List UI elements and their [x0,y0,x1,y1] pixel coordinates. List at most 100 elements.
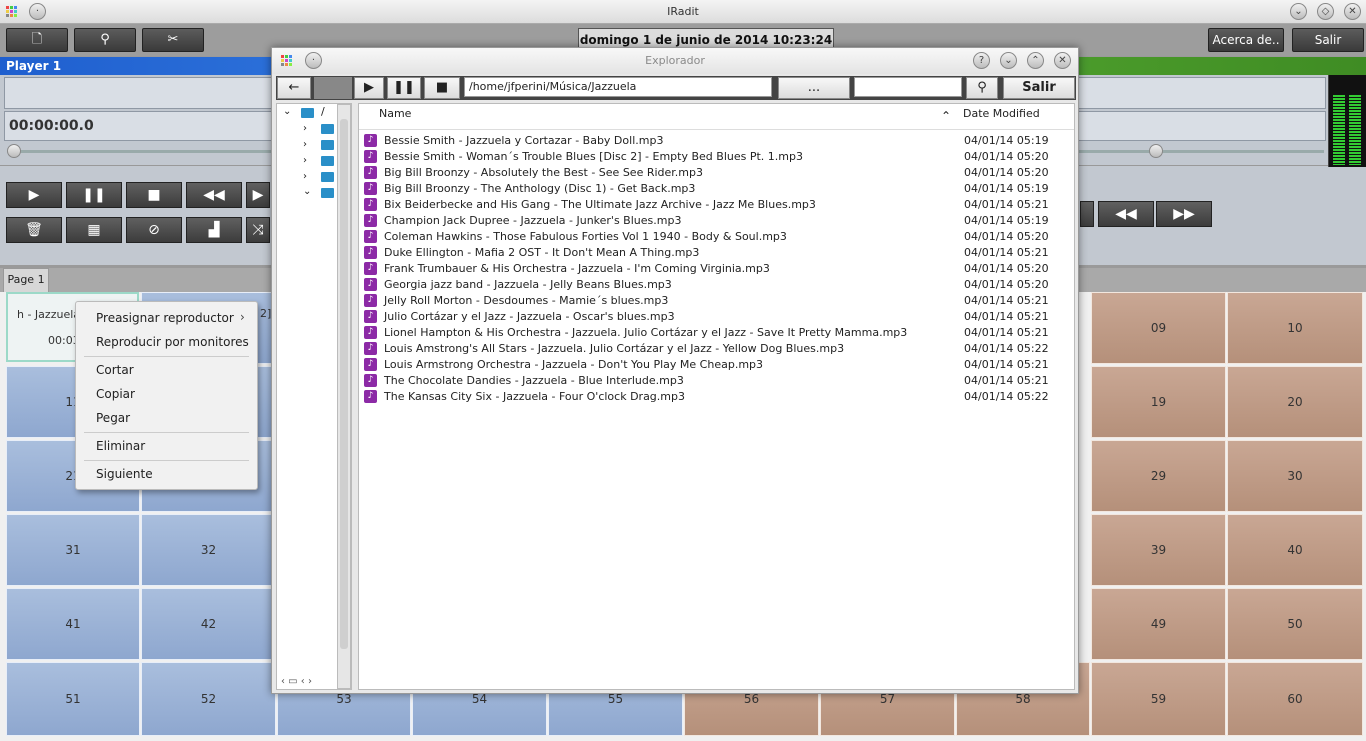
explorer-exit-button[interactable]: Salir [1003,77,1075,99]
window-menu-icon[interactable]: · [305,52,322,69]
close-icon[interactable]: ✕ [1054,52,1071,69]
fast-forward-icon: ▶▶ [1173,206,1195,222]
file-row[interactable]: ♪ Bix Beiderbecke and His Gang - The Ulti… [362,197,1072,213]
tree-root-label[interactable]: / [321,105,325,118]
tab-page-1[interactable]: Page 1 [3,268,49,292]
cart-slot[interactable]: 59 [1091,662,1226,736]
chevron-right-icon[interactable]: › [303,171,307,182]
cancel-button[interactable]: ⊘ [126,217,182,243]
menu-item-next[interactable]: Siguiente [96,467,153,481]
cart-slot[interactable]: 31 [6,514,140,586]
exit-button[interactable]: Salir [1292,28,1364,52]
menu-item-delete[interactable]: Eliminar [96,439,145,453]
file-row[interactable]: ♪ Champion Jack Dupree - Jazzuela - Junke… [362,213,1072,229]
rewind-button-2[interactable]: ◀◀ [1098,201,1154,227]
file-row[interactable]: ♪ Louis Amstrong's All Stars - Jazzuela. … [362,341,1072,357]
about-button[interactable]: Acerca de.. [1208,28,1284,52]
cart-slot[interactable]: 40 [1227,514,1363,586]
file-row[interactable]: ♪ Big Bill Broonzy - The Anthology (Disc … [362,181,1072,197]
file-row[interactable]: ♪ Julio Cortázar y el Jazz - Jazzuela - O… [362,309,1072,325]
tree-hscroll[interactable]: ‹ ▭ ‹ › [281,676,331,688]
close-icon[interactable]: ✕ [1344,3,1361,20]
cart-slot[interactable]: 39 [1091,514,1226,586]
chevron-right-icon[interactable]: › [303,123,307,134]
file-row[interactable]: ♪ Georgia jazz band - Jazzuela - Jelly Be… [362,277,1072,293]
minimize-icon[interactable]: ⌄ [1000,52,1017,69]
cart-slot[interactable]: 32 [141,514,276,586]
settings-button[interactable]: ✂ [142,28,204,52]
folder-icon[interactable] [321,140,334,150]
forward-button-2[interactable]: ▶▶ [1156,201,1212,227]
file-row[interactable]: ♪ Jelly Roll Morton - Desdoumes - Mamie´s… [362,293,1072,309]
cart-slot[interactable]: 41 [6,588,140,660]
seek-handle[interactable] [7,144,21,158]
minimize-icon[interactable]: ⌄ [1290,3,1307,20]
menu-item-monitor[interactable]: Reproducir por monitores [96,335,249,349]
chevron-right-icon[interactable]: › [303,155,307,166]
file-row[interactable]: ♪ The Chocolate Dandies - Jazzuela - Blue… [362,373,1072,389]
file-row[interactable]: ♪ Duke Ellington - Mafia 2 OST - It Don't… [362,245,1072,261]
vu-left-channel [1333,95,1345,165]
level-button[interactable]: ▟ [186,217,242,243]
pause-button[interactable]: ❚❚ [66,182,122,208]
cart-slot[interactable]: 19 [1091,366,1226,438]
new-button[interactable]: 🗋 [6,28,68,52]
volume-handle[interactable] [1149,144,1163,158]
folder-icon[interactable] [321,124,334,134]
chevron-down-icon[interactable]: ⌄ [303,186,311,197]
stop-button[interactable]: ■ [126,182,182,208]
maximize-icon[interactable]: ⌃ [1027,52,1044,69]
cart-slot[interactable]: 49 [1091,588,1226,660]
file-row[interactable]: ♪ Louis Armstrong Orchestra - Jazzuela - … [362,357,1072,373]
browse-button[interactable]: ... [778,77,850,99]
file-row[interactable]: ♪ The Kansas City Six - Jazzuela - Four O… [362,389,1072,405]
file-row[interactable]: ♪ Lionel Hampton & His Orchestra - Jazzue… [362,325,1072,341]
menu-item-copy[interactable]: Copiar [96,387,135,401]
folder-icon[interactable] [321,156,334,166]
delete-button[interactable]: 🗑 [6,217,62,243]
path-field[interactable]: /home/jfperini/Música/Jazzuela [464,77,772,97]
cart-slot[interactable]: 09 [1091,292,1226,364]
cart-slot[interactable]: 50 [1227,588,1363,660]
side-button[interactable] [1080,201,1094,227]
maximize-icon[interactable]: ◇ [1317,3,1334,20]
tree-scroll-thumb[interactable] [340,119,348,649]
cart-slot[interactable]: 52 [141,662,276,736]
forward-button[interactable]: ▶ [246,182,270,208]
cart-slot[interactable]: 29 [1091,440,1226,512]
menu-item-cut[interactable]: Cortar [96,363,134,377]
play-button[interactable]: ▶ [354,77,384,99]
shuffle-button[interactable]: ⤨ [246,217,270,243]
cart-slot[interactable]: 60 [1227,662,1363,736]
chevron-right-icon[interactable]: › [303,139,307,150]
file-row[interactable]: ♪ Big Bill Broonzy - Absolutely the Best … [362,165,1072,181]
file-row[interactable]: ♪ Bessie Smith - Woman´s Trouble Blues [D… [362,149,1072,165]
cart-slot[interactable]: 42 [141,588,276,660]
play-icon: ▶ [364,80,374,95]
cart-slot[interactable]: 20 [1227,366,1363,438]
rewind-button[interactable]: ◀◀ [186,182,242,208]
pause-button[interactable]: ❚❚ [387,77,421,99]
grid-button[interactable]: ▦ [66,217,122,243]
tree-scrollbar[interactable] [337,104,351,689]
search-button[interactable]: ⚲ [74,28,136,52]
column-name[interactable]: Name [379,107,411,120]
file-row[interactable]: ♪ Frank Trumbauer & His Orchestra - Jazzu… [362,261,1072,277]
file-row[interactable]: ♪ Coleman Hawkins - Those Fabulous Fortie… [362,229,1072,245]
cart-slot[interactable]: 51 [6,662,140,736]
chevron-down-icon[interactable]: ⌄ [283,106,291,117]
help-icon[interactable]: ? [973,52,990,69]
play-button[interactable]: ▶ [6,182,62,208]
search-button[interactable]: ⚲ [966,77,998,99]
cart-slot[interactable]: 10 [1227,292,1363,364]
search-input[interactable] [854,77,962,97]
stop-button[interactable]: ■ [424,77,460,99]
menu-item-preassign[interactable]: Preasignar reproductor [96,311,234,325]
menu-item-paste[interactable]: Pegar [96,411,130,425]
folder-icon[interactable] [321,188,334,198]
cart-slot[interactable]: 30 [1227,440,1363,512]
folder-icon[interactable] [321,172,334,182]
column-date[interactable]: Date Modified [963,107,1040,120]
back-button[interactable]: ← [277,77,311,99]
file-row[interactable]: ♪ Bessie Smith - Jazzuela y Cortazar - Ba… [362,133,1072,149]
